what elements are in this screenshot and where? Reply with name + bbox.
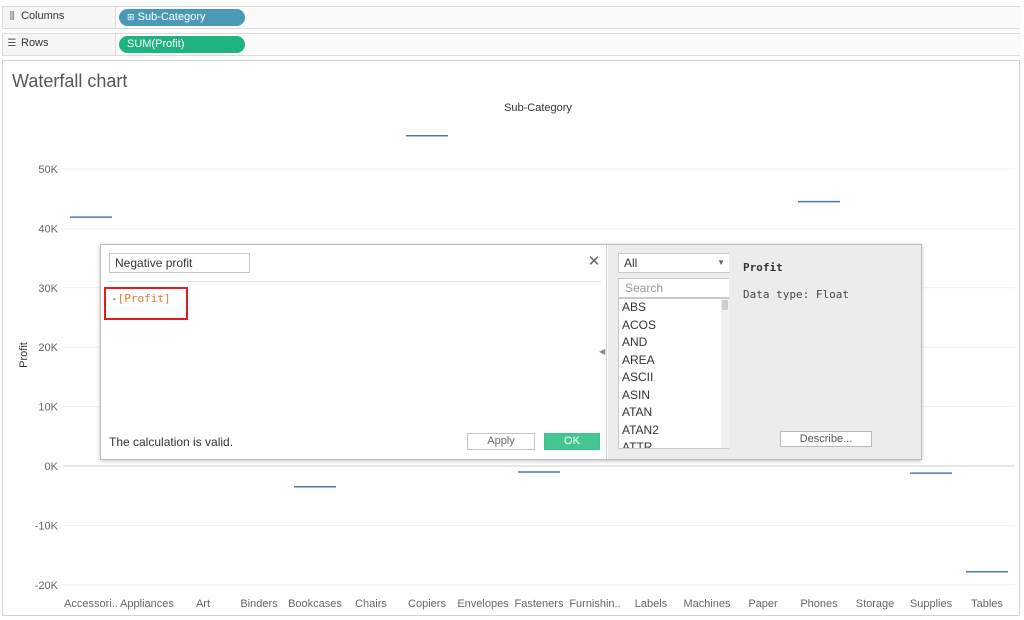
calculation-pane: Negative profit ✕ -[Profit] ◀ The calcul… bbox=[101, 245, 607, 459]
x-tick-label: Phones bbox=[800, 598, 838, 610]
function-category-select[interactable]: All ▼ bbox=[618, 253, 730, 273]
function-item-acos[interactable]: ACOS bbox=[619, 317, 729, 335]
x-tick-label: Fasteners bbox=[515, 598, 564, 610]
y-tick-label: 20K bbox=[38, 342, 58, 354]
y-tick-label: 40K bbox=[38, 223, 58, 235]
rows-drop-area[interactable]: SUM(Profit) bbox=[115, 34, 1021, 55]
x-tick-label: Appliances bbox=[120, 598, 174, 610]
function-item-and[interactable]: AND bbox=[619, 334, 729, 352]
sub-category-pill-label: Sub-Category bbox=[137, 11, 206, 23]
function-item-attr[interactable]: ATTR bbox=[619, 439, 729, 448]
ok-button[interactable]: OK bbox=[544, 433, 600, 450]
rows-icon: ☰ bbox=[7, 37, 17, 49]
formula-operator: - bbox=[111, 292, 118, 305]
sum-profit-pill[interactable]: SUM(Profit) bbox=[119, 36, 245, 53]
chart-header: Sub-Category bbox=[504, 102, 572, 114]
scrollbar-thumb[interactable] bbox=[722, 300, 728, 310]
y-axis: 50K 40K 30K 20K 10K 0K -10K -20K bbox=[35, 164, 59, 592]
help-pane: Profit Data type: Float Describe... bbox=[729, 245, 921, 459]
x-tick-label: Copiers bbox=[408, 598, 446, 610]
y-tick-label: 0K bbox=[45, 461, 59, 473]
columns-shelf-label: ⫼ Columns bbox=[7, 10, 65, 22]
x-tick-label: Art bbox=[196, 598, 210, 610]
expand-icon: ⊞ bbox=[127, 12, 135, 22]
function-list-scrollbar[interactable] bbox=[721, 299, 729, 448]
x-tick-label: Envelopes bbox=[457, 598, 509, 610]
y-tick-label: -10K bbox=[35, 520, 59, 532]
function-item-abs[interactable]: ABS bbox=[619, 299, 729, 317]
x-tick-label: Storage bbox=[856, 598, 895, 610]
function-category-value: All bbox=[624, 256, 638, 270]
x-tick-label: Machines bbox=[683, 598, 731, 610]
function-list[interactable]: ABS ACOS AND AREA ASCII ASIN ATAN ATAN2 … bbox=[618, 298, 730, 449]
y-axis-title: Profit bbox=[18, 342, 30, 368]
x-tick-label: Paper bbox=[748, 598, 778, 610]
function-item-atan[interactable]: ATAN bbox=[619, 404, 729, 422]
x-tick-label: Supplies bbox=[910, 598, 953, 610]
x-tick-label: Accessori.. bbox=[64, 598, 118, 610]
describe-button[interactable]: Describe... bbox=[780, 431, 872, 447]
y-tick-label: 30K bbox=[38, 283, 58, 295]
y-tick-label: -20K bbox=[35, 580, 59, 592]
columns-drop-area[interactable]: ⊞ Sub-Category bbox=[115, 7, 1021, 28]
calculation-editor-dialog: Negative profit ✕ -[Profit] ◀ The calcul… bbox=[100, 244, 922, 460]
close-icon[interactable]: ✕ bbox=[587, 254, 601, 270]
x-tick-label: Binders bbox=[240, 598, 278, 610]
help-title: Profit bbox=[743, 261, 783, 274]
validation-status: The calculation is valid. bbox=[109, 435, 234, 449]
x-tick-label: Chairs bbox=[355, 598, 387, 610]
rows-shelf-label: ☰ Rows bbox=[7, 37, 49, 49]
sub-category-pill[interactable]: ⊞ Sub-Category bbox=[119, 9, 245, 26]
function-item-asin[interactable]: ASIN bbox=[619, 387, 729, 405]
y-tick-label: 50K bbox=[38, 164, 58, 176]
x-tick-label: Labels bbox=[635, 598, 668, 610]
formula-field: [Profit] bbox=[117, 292, 171, 305]
function-search-input[interactable]: Search bbox=[618, 278, 730, 298]
rows-shelf: ☰ Rows SUM(Profit) bbox=[2, 33, 1021, 56]
sum-profit-pill-label: SUM(Profit) bbox=[127, 38, 185, 50]
divider bbox=[107, 281, 601, 282]
columns-label-text: Columns bbox=[21, 10, 65, 22]
calculation-name-input[interactable]: Negative profit bbox=[109, 253, 250, 273]
y-tick-label: 10K bbox=[38, 402, 58, 414]
columns-shelf: ⫼ Columns ⊞ Sub-Category bbox=[2, 6, 1021, 29]
function-item-ascii[interactable]: ASCII bbox=[619, 369, 729, 387]
columns-icon: ⫼ bbox=[9, 10, 15, 22]
x-tick-label: Furnishin.. bbox=[569, 598, 620, 610]
formula-editor[interactable]: -[Profit] bbox=[111, 292, 171, 305]
apply-button[interactable]: Apply bbox=[467, 433, 535, 450]
function-item-area[interactable]: AREA bbox=[619, 352, 729, 370]
function-list-pane: All ▼ Search ABS ACOS AND AREA ASCII ASI… bbox=[608, 245, 730, 459]
x-axis: Accessori.. Appliances Art Binders Bookcases… bbox=[64, 598, 1003, 610]
chevron-down-icon: ▼ bbox=[717, 258, 725, 267]
x-tick-label: Tables bbox=[971, 598, 1003, 610]
x-tick-label: Bookcases bbox=[288, 598, 342, 610]
function-item-atan2[interactable]: ATAN2 bbox=[619, 422, 729, 440]
rows-label-text: Rows bbox=[21, 37, 49, 49]
help-data-type: Data type: Float bbox=[743, 288, 849, 301]
collapse-panel-icon[interactable]: ◀ bbox=[599, 347, 605, 356]
